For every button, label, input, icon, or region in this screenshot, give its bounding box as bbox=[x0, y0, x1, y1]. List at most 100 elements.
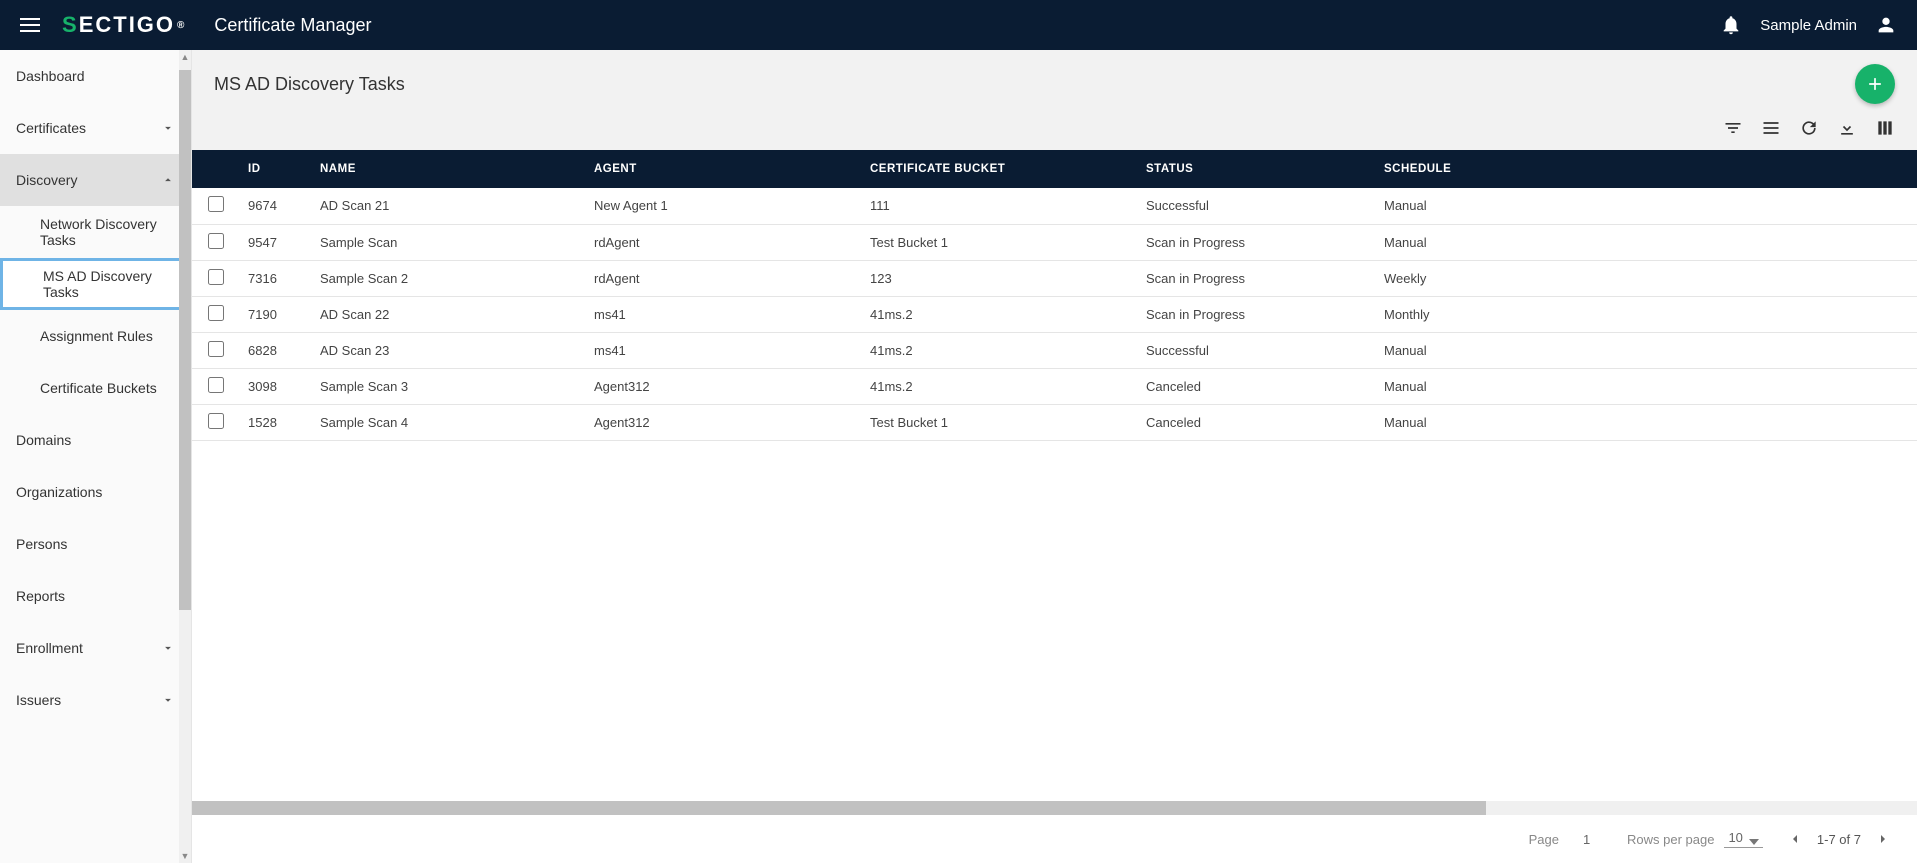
sidebar-item-enrollment[interactable]: Enrollment bbox=[0, 622, 191, 674]
sidebar-scroll-up[interactable]: ▲ bbox=[179, 50, 191, 64]
cell-id: 9547 bbox=[240, 224, 312, 260]
rows-per-page-label: Rows per page bbox=[1627, 832, 1714, 847]
sidebar-item-domains[interactable]: Domains bbox=[0, 414, 191, 466]
add-task-button[interactable] bbox=[1855, 64, 1895, 104]
download-icon[interactable] bbox=[1837, 118, 1857, 138]
sidebar-item-organizations[interactable]: Organizations bbox=[0, 466, 191, 518]
row-checkbox[interactable] bbox=[208, 305, 224, 321]
sidebar-item-label: Domains bbox=[16, 432, 71, 448]
cell-agent: rdAgent bbox=[586, 260, 862, 296]
cell-status: Scan in Progress bbox=[1138, 224, 1376, 260]
sidebar-item-certificates[interactable]: Certificates bbox=[0, 102, 191, 154]
sidebar-item-label: Organizations bbox=[16, 484, 102, 500]
table-row[interactable]: 9547Sample ScanrdAgentTest Bucket 1Scan … bbox=[192, 224, 1917, 260]
cell-schedule: Manual bbox=[1376, 404, 1917, 440]
tasks-table: ID NAME AGENT CERTIFICATE BUCKET STATUS … bbox=[192, 150, 1917, 441]
cell-id: 3098 bbox=[240, 368, 312, 404]
chevron-down-icon bbox=[161, 693, 175, 707]
sidebar-item-label: Discovery bbox=[16, 172, 77, 188]
cell-id: 7190 bbox=[240, 296, 312, 332]
sidebar-item-persons[interactable]: Persons bbox=[0, 518, 191, 570]
filter-icon[interactable] bbox=[1723, 118, 1743, 138]
user-name[interactable]: Sample Admin bbox=[1760, 17, 1857, 34]
table-row[interactable]: 3098Sample Scan 3Agent31241ms.2CanceledM… bbox=[192, 368, 1917, 404]
page-range: 1-7 of 7 bbox=[1817, 832, 1861, 847]
col-header-name[interactable]: NAME bbox=[312, 150, 586, 188]
main-content: MS AD Discovery Tasks ID NAME AGENT bbox=[192, 50, 1917, 863]
sidebar-subitem-assignment-rules[interactable]: Assignment Rules bbox=[0, 310, 191, 362]
brand-logo: SECTIGO® bbox=[62, 12, 186, 38]
sidebar-item-issuers[interactable]: Issuers bbox=[0, 674, 191, 726]
sidebar-scrollbar-thumb[interactable] bbox=[179, 70, 191, 610]
table-row[interactable]: 1528Sample Scan 4Agent312Test Bucket 1Ca… bbox=[192, 404, 1917, 440]
table-row[interactable]: 6828AD Scan 23ms4141ms.2SuccessfulManual bbox=[192, 332, 1917, 368]
cell-id: 6828 bbox=[240, 332, 312, 368]
sidebar-item-discovery[interactable]: Discovery bbox=[0, 154, 191, 206]
table-row[interactable]: 9674AD Scan 21New Agent 1111SuccessfulMa… bbox=[192, 188, 1917, 224]
cell-agent: ms41 bbox=[586, 296, 862, 332]
pagination-bar: Page 1 Rows per page 10 1-7 of 7 bbox=[192, 815, 1917, 863]
col-header-id[interactable]: ID bbox=[240, 150, 312, 188]
sidebar-subitem-label: MS AD Discovery Tasks bbox=[43, 268, 175, 300]
cell-schedule: Manual bbox=[1376, 368, 1917, 404]
sidebar-subitem-ms-ad-discovery-tasks[interactable]: MS AD Discovery Tasks bbox=[0, 258, 191, 310]
refresh-icon[interactable] bbox=[1799, 118, 1819, 138]
prev-page-button[interactable] bbox=[1787, 831, 1803, 847]
table-row[interactable]: 7316Sample Scan 2rdAgent123Scan in Progr… bbox=[192, 260, 1917, 296]
table-horizontal-scrollbar[interactable] bbox=[192, 801, 1917, 815]
cell-agent: Agent312 bbox=[586, 368, 862, 404]
sidebar-item-label: Certificates bbox=[16, 120, 86, 136]
hamburger-menu-button[interactable] bbox=[20, 13, 44, 37]
row-checkbox[interactable] bbox=[208, 196, 224, 212]
cell-bucket: 123 bbox=[862, 260, 1138, 296]
sidebar-item-label: Enrollment bbox=[16, 640, 83, 656]
sidebar-subitem-certificate-buckets[interactable]: Certificate Buckets bbox=[0, 362, 191, 414]
chevron-up-icon bbox=[161, 173, 175, 187]
chevron-down-icon bbox=[161, 641, 175, 655]
col-header-status[interactable]: STATUS bbox=[1138, 150, 1376, 188]
cell-bucket: Test Bucket 1 bbox=[862, 404, 1138, 440]
top-bar: SECTIGO® Certificate Manager Sample Admi… bbox=[0, 0, 1917, 50]
plus-icon bbox=[1865, 74, 1885, 94]
table-toolbar bbox=[192, 112, 1917, 150]
next-page-button[interactable] bbox=[1875, 831, 1891, 847]
col-header-bucket[interactable]: CERTIFICATE BUCKET bbox=[862, 150, 1138, 188]
user-avatar-icon[interactable] bbox=[1875, 14, 1897, 36]
col-header-schedule[interactable]: SCHEDULE bbox=[1376, 150, 1917, 188]
page-number: 1 bbox=[1583, 832, 1603, 847]
row-checkbox[interactable] bbox=[208, 269, 224, 285]
cell-bucket: 41ms.2 bbox=[862, 332, 1138, 368]
rows-per-page-value: 10 bbox=[1728, 830, 1742, 845]
row-checkbox[interactable] bbox=[208, 377, 224, 393]
cell-status: Scan in Progress bbox=[1138, 296, 1376, 332]
row-checkbox[interactable] bbox=[208, 413, 224, 429]
cell-agent: New Agent 1 bbox=[586, 188, 862, 224]
table-row[interactable]: 7190AD Scan 22ms4141ms.2Scan in Progress… bbox=[192, 296, 1917, 332]
sidebar-scroll-down[interactable]: ▼ bbox=[179, 849, 191, 863]
sidebar-item-dashboard[interactable]: Dashboard bbox=[0, 50, 191, 102]
cell-schedule: Monthly bbox=[1376, 296, 1917, 332]
cell-name: Sample Scan 4 bbox=[312, 404, 586, 440]
cell-status: Scan in Progress bbox=[1138, 260, 1376, 296]
cell-schedule: Manual bbox=[1376, 224, 1917, 260]
cell-id: 9674 bbox=[240, 188, 312, 224]
sidebar-item-reports[interactable]: Reports bbox=[0, 570, 191, 622]
dropdown-triangle-icon bbox=[1749, 839, 1759, 845]
row-checkbox[interactable] bbox=[208, 233, 224, 249]
sidebar-subitem-network-discovery-tasks[interactable]: Network Discovery Tasks bbox=[0, 206, 191, 258]
cell-agent: Agent312 bbox=[586, 404, 862, 440]
notifications-icon[interactable] bbox=[1720, 14, 1742, 36]
sidebar-item-label: Issuers bbox=[16, 692, 61, 708]
col-header-checkbox[interactable] bbox=[192, 150, 240, 188]
cell-name: Sample Scan bbox=[312, 224, 586, 260]
row-checkbox[interactable] bbox=[208, 341, 224, 357]
rows-per-page-select[interactable]: 10 bbox=[1724, 830, 1762, 848]
cell-name: AD Scan 23 bbox=[312, 332, 586, 368]
sidebar-subitem-label: Assignment Rules bbox=[40, 328, 153, 344]
col-header-agent[interactable]: AGENT bbox=[586, 150, 862, 188]
sidebar-item-label: Persons bbox=[16, 536, 67, 552]
list-view-icon[interactable] bbox=[1761, 118, 1781, 138]
cell-id: 7316 bbox=[240, 260, 312, 296]
table-hscroll-thumb[interactable] bbox=[192, 801, 1486, 815]
columns-icon[interactable] bbox=[1875, 118, 1895, 138]
